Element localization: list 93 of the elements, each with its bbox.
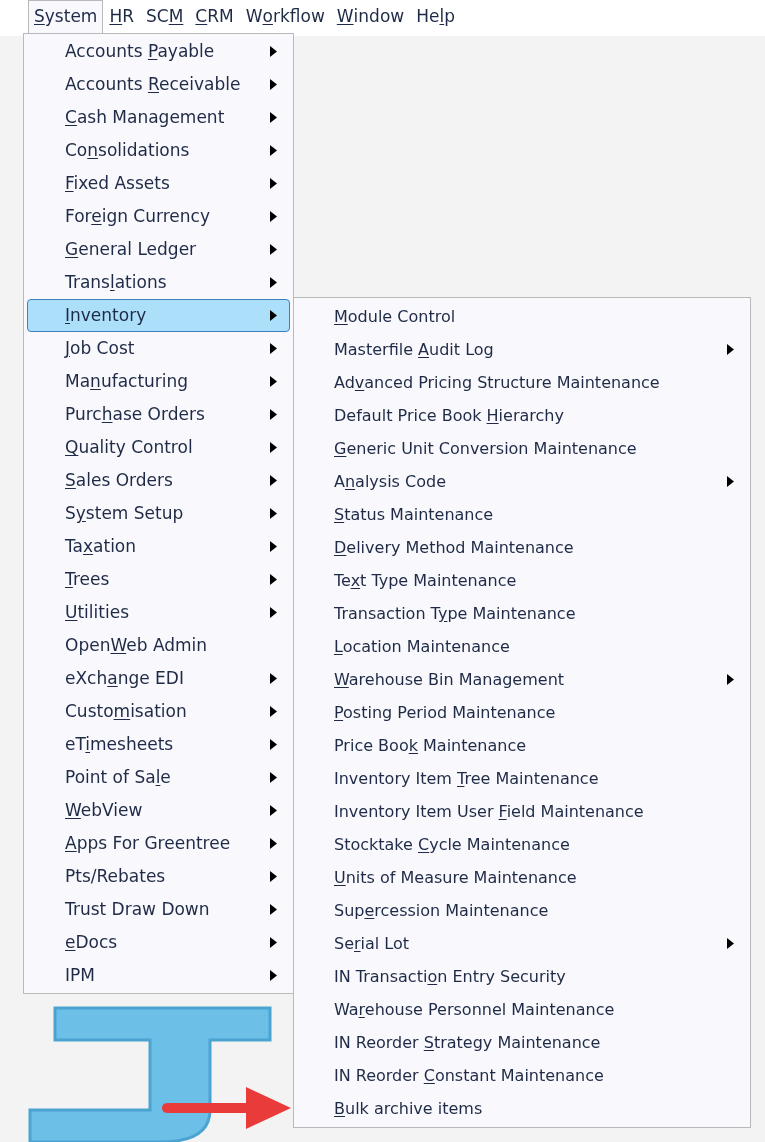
- menu-item[interactable]: Text Type Maintenance: [294, 564, 750, 597]
- submenu-arrow-icon: [270, 178, 277, 189]
- menu-item[interactable]: Inventory Item Tree Maintenance: [294, 762, 750, 795]
- menu-item[interactable]: IN Transaction Entry Security: [294, 960, 750, 993]
- menu-bar-item[interactable]: HR: [103, 0, 140, 33]
- submenu-arrow-icon: [270, 739, 277, 750]
- submenu-arrow-icon: [270, 871, 277, 882]
- submenu-arrow-icon: [270, 211, 277, 222]
- menu-bar-item[interactable]: Help: [410, 0, 461, 33]
- menu-item[interactable]: Posting Period Maintenance: [294, 696, 750, 729]
- menu-item[interactable]: Customisation: [27, 695, 290, 728]
- submenu-arrow-icon: [270, 706, 277, 717]
- menu-item[interactable]: Utilities: [27, 596, 290, 629]
- submenu-arrow-icon: [270, 376, 277, 387]
- menu-item[interactable]: IN Reorder Constant Maintenance: [294, 1059, 750, 1092]
- menu-bar-item[interactable]: CRM: [189, 0, 240, 33]
- submenu-arrow-icon: [270, 409, 277, 420]
- submenu-arrow-icon: [270, 442, 277, 453]
- submenu-arrow-icon: [270, 475, 277, 486]
- menu-bar-item[interactable]: Workflow: [239, 0, 331, 33]
- submenu-arrow-icon: [727, 344, 734, 355]
- submenu-arrow-icon: [270, 607, 277, 618]
- submenu-arrow-icon: [270, 508, 277, 519]
- menu-item[interactable]: Pts/Rebates: [27, 860, 290, 893]
- menu-item[interactable]: Job Cost: [27, 332, 290, 365]
- menu-item[interactable]: Inventory: [27, 299, 290, 332]
- menu-item[interactable]: Warehouse Personnel Maintenance: [294, 993, 750, 1026]
- submenu-arrow-icon: [270, 970, 277, 981]
- submenu-arrow-icon: [270, 310, 277, 321]
- menu-item[interactable]: Cash Management: [27, 101, 290, 134]
- menu-item[interactable]: Translations: [27, 266, 290, 299]
- menu-item[interactable]: Module Control: [294, 300, 750, 333]
- menu-item[interactable]: Supercession Maintenance: [294, 894, 750, 927]
- menu-item[interactable]: Masterfile Audit Log: [294, 333, 750, 366]
- submenu-arrow-icon: [270, 541, 277, 552]
- submenu-arrow-icon: [270, 46, 277, 57]
- menu-item[interactable]: WebView: [27, 794, 290, 827]
- menu-item[interactable]: Trees: [27, 563, 290, 596]
- submenu-arrow-icon: [270, 937, 277, 948]
- submenu-arrow-icon: [270, 838, 277, 849]
- menu-item[interactable]: Trust Draw Down: [27, 893, 290, 926]
- menu-item[interactable]: Price Book Maintenance: [294, 729, 750, 762]
- menu-item[interactable]: Default Price Book Hierarchy: [294, 399, 750, 432]
- menu-item[interactable]: Manufacturing: [27, 365, 290, 398]
- submenu-arrow-icon: [270, 145, 277, 156]
- submenu-arrow-icon: [270, 904, 277, 915]
- menu-item[interactable]: eTimesheets: [27, 728, 290, 761]
- menu-item[interactable]: Delivery Method Maintenance: [294, 531, 750, 564]
- menu-item[interactable]: Quality Control: [27, 431, 290, 464]
- menu-item[interactable]: Fixed Assets: [27, 167, 290, 200]
- submenu-arrow-icon: [270, 343, 277, 354]
- menu-item[interactable]: Generic Unit Conversion Maintenance: [294, 432, 750, 465]
- submenu-arrow-icon: [727, 476, 734, 487]
- menu-item[interactable]: Location Maintenance: [294, 630, 750, 663]
- menu-item[interactable]: IPM: [27, 959, 290, 992]
- menu-item[interactable]: Foreign Currency: [27, 200, 290, 233]
- menu-item[interactable]: General Ledger: [27, 233, 290, 266]
- menu-item[interactable]: Purchase Orders: [27, 398, 290, 431]
- submenu-arrow-icon: [270, 277, 277, 288]
- submenu-arrow-icon: [270, 772, 277, 783]
- menu-item[interactable]: Status Maintenance: [294, 498, 750, 531]
- menu-item[interactable]: Bulk archive items: [294, 1092, 750, 1125]
- menu-item[interactable]: Inventory Item User Field Maintenance: [294, 795, 750, 828]
- submenu-arrow-icon: [270, 79, 277, 90]
- menu-bar-item[interactable]: SCM: [140, 0, 190, 33]
- submenu-arrow-icon: [270, 112, 277, 123]
- menu-item[interactable]: Transaction Type Maintenance: [294, 597, 750, 630]
- submenu-arrow-icon: [270, 244, 277, 255]
- menu-item[interactable]: Stocktake Cycle Maintenance: [294, 828, 750, 861]
- submenu-arrow-icon: [270, 673, 277, 684]
- menu-item[interactable]: Apps For Greentree: [27, 827, 290, 860]
- menu-item[interactable]: Units of Measure Maintenance: [294, 861, 750, 894]
- menu-item[interactable]: System Setup: [27, 497, 290, 530]
- submenu-arrow-icon: [727, 674, 734, 685]
- menu-item[interactable]: Sales Orders: [27, 464, 290, 497]
- menu-item[interactable]: eDocs: [27, 926, 290, 959]
- menu-item[interactable]: Consolidations: [27, 134, 290, 167]
- submenu-arrow-icon: [727, 938, 734, 949]
- menu-item[interactable]: Serial Lot: [294, 927, 750, 960]
- submenu-arrow-icon: [270, 805, 277, 816]
- menu-item[interactable]: Warehouse Bin Management: [294, 663, 750, 696]
- menu-bar-item[interactable]: System: [28, 0, 104, 33]
- menu-item[interactable]: Accounts Payable: [27, 35, 290, 68]
- menu-item[interactable]: Analysis Code: [294, 465, 750, 498]
- menu-item[interactable]: eXchange EDI: [27, 662, 290, 695]
- menu-item[interactable]: OpenWeb Admin: [27, 629, 290, 662]
- submenu-arrow-icon: [270, 574, 277, 585]
- menu-item[interactable]: IN Reorder Strategy Maintenance: [294, 1026, 750, 1059]
- menu-item[interactable]: Accounts Receivable: [27, 68, 290, 101]
- menu-item[interactable]: Point of Sale: [27, 761, 290, 794]
- menu-bar-item[interactable]: Window: [330, 0, 411, 33]
- menu-item[interactable]: Taxation: [27, 530, 290, 563]
- menu-item[interactable]: Advanced Pricing Structure Maintenance: [294, 366, 750, 399]
